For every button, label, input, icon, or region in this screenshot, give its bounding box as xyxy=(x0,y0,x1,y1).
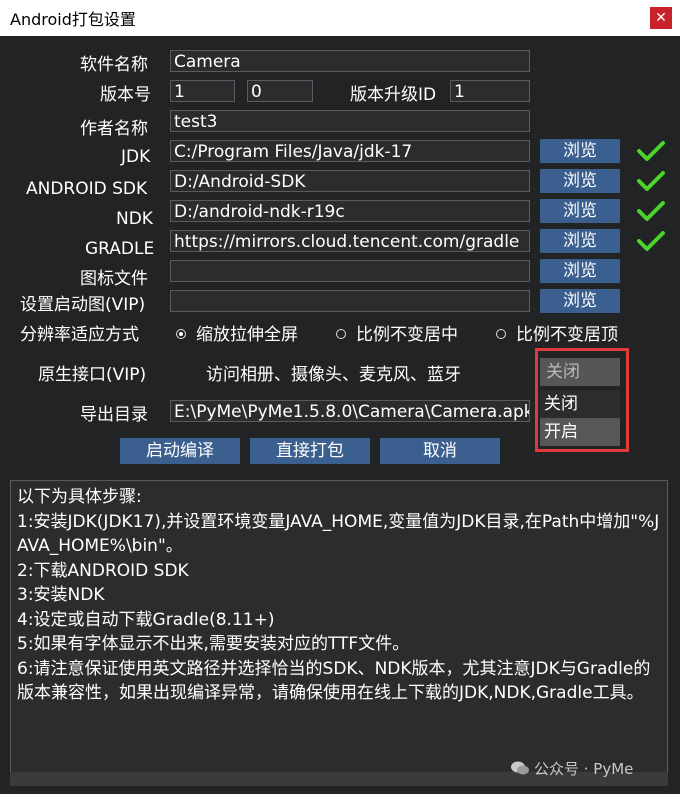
native-label: 原生接口(VIP) xyxy=(38,365,147,385)
steps-line: 6:请注意保证使用英文路径并选择恰当的SDK、NDK版本，尤其注意JDK与Gra… xyxy=(17,658,651,704)
jdk-browse-button[interactable]: 浏览 xyxy=(540,139,620,163)
steps-textarea[interactable]: 以下为具体步骤: 1:安装JDK(JDK17),并设置环境变量JAVA_HOME… xyxy=(10,480,668,776)
author-label: 作者名称 xyxy=(80,119,148,139)
version-label: 版本号 xyxy=(100,85,151,105)
radio-scale-stretch-label: 缩放拉伸全屏 xyxy=(196,325,298,345)
ndk-browse-button[interactable]: 浏览 xyxy=(540,199,620,223)
android-sdk-path-input[interactable]: D:/Android-SDK xyxy=(170,170,530,192)
ndk-label: NDK xyxy=(116,209,153,229)
version-minor-input[interactable]: 0 xyxy=(247,80,313,102)
icon-file-label: 图标文件 xyxy=(80,269,148,289)
icon-file-input[interactable] xyxy=(170,260,530,282)
steps-line: 5:如果有字体显示不出来,需要安装对应的TTF文件。 xyxy=(17,634,410,654)
check-icon xyxy=(637,171,665,191)
watermark: 公众号 · PyMe xyxy=(534,760,634,778)
radio-keep-ratio-center-label: 比例不变居中 xyxy=(356,325,458,345)
check-icon xyxy=(637,231,665,251)
export-dir-label: 导出目录 xyxy=(80,405,148,425)
author-input[interactable]: test3 xyxy=(170,110,530,132)
steps-line: 以下为具体步骤: xyxy=(17,487,142,507)
check-icon xyxy=(637,141,665,161)
package-button[interactable]: 直接打包 xyxy=(250,438,370,464)
version-major-input[interactable]: 1 xyxy=(170,80,235,102)
ndk-path-input[interactable]: D:/android-ndk-r19c xyxy=(170,200,530,222)
export-dir-input[interactable]: E:\PyMe\PyMe1.5.8.0\Camera\Camera.apk xyxy=(170,400,530,422)
close-icon: ✕ xyxy=(655,10,667,26)
gradle-browse-button[interactable]: 浏览 xyxy=(540,229,620,253)
steps-line: 1:安装JDK(JDK17),并设置环境变量JAVA_HOME,变量值为JDK目… xyxy=(17,511,660,557)
jdk-label: JDK xyxy=(121,147,151,167)
upgrade-id-input[interactable]: 1 xyxy=(450,80,530,102)
splash-browse-button[interactable]: 浏览 xyxy=(540,289,620,313)
steps-line: 2:下载ANDROID SDK xyxy=(17,560,189,581)
highlight-frame xyxy=(535,348,629,452)
resolution-label: 分辨率适应方式 xyxy=(20,325,139,345)
native-desc: 访问相册、摄像头、麦克风、蓝牙 xyxy=(206,365,461,385)
radio-keep-ratio-center[interactable] xyxy=(336,329,346,339)
upgrade-id-label: 版本升级ID xyxy=(350,85,437,105)
gradle-path-input[interactable]: https://mirrors.cloud.tencent.com/gradle xyxy=(170,230,530,252)
radio-scale-stretch[interactable] xyxy=(176,329,186,339)
window-title: Android打包设置 xyxy=(10,10,136,29)
steps-line: 3:安装NDK xyxy=(17,585,105,605)
radio-keep-ratio-top-label: 比例不变居顶 xyxy=(516,325,618,345)
splash-label: 设置启动图(VIP) xyxy=(20,295,146,315)
check-icon xyxy=(637,201,665,221)
gradle-label: GRADLE xyxy=(85,239,155,259)
splash-input[interactable] xyxy=(170,290,530,312)
android-sdk-browse-button[interactable]: 浏览 xyxy=(540,169,620,193)
wechat-icon xyxy=(511,761,529,775)
android-sdk-label: ANDROID SDK xyxy=(26,179,148,199)
title-bar: Android打包设置 ✕ xyxy=(0,0,680,36)
cancel-button[interactable]: 取消 xyxy=(380,438,500,464)
jdk-path-input[interactable]: C:/Program Files/Java/jdk-17 xyxy=(170,140,530,162)
radio-keep-ratio-top[interactable] xyxy=(496,329,506,339)
app-name-input[interactable]: Camera xyxy=(170,50,530,72)
close-button[interactable]: ✕ xyxy=(650,7,672,29)
steps-line: 4:设定或自动下载Gradle(8.11+) xyxy=(17,609,275,630)
app-name-label: 软件名称 xyxy=(80,55,148,75)
compile-button[interactable]: 启动编译 xyxy=(120,438,240,464)
icon-file-browse-button[interactable]: 浏览 xyxy=(540,259,620,283)
